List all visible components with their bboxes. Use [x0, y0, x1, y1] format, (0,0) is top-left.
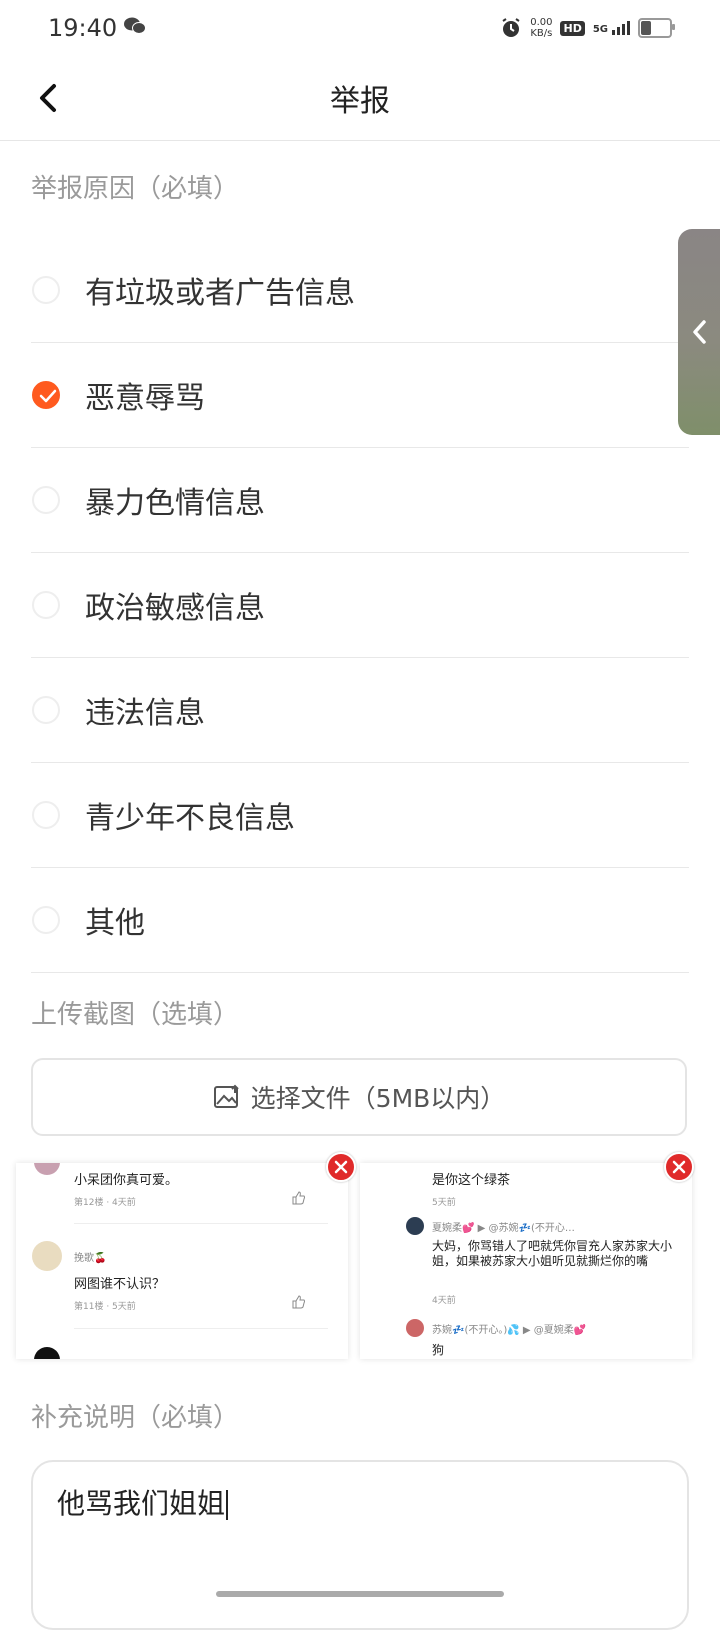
reason-option-political[interactable]: 政治敏感信息	[31, 553, 689, 658]
reason-option-violence[interactable]: 暴力色情信息	[31, 448, 689, 553]
choose-file-label: 选择文件（5MB以内）	[250, 1084, 506, 1113]
reason-option-minors[interactable]: 青少年不良信息	[31, 763, 689, 868]
avatar	[32, 1241, 62, 1271]
supplement-section-label: 补充说明（必填）	[31, 1403, 240, 1433]
home-indicator[interactable]	[216, 1591, 504, 1597]
comment-meta: 第11楼 · 5天前	[74, 1302, 136, 1312]
comment-meta: 4天前	[432, 1296, 456, 1306]
reason-option-illegal[interactable]: 违法信息	[31, 658, 689, 763]
signal-icon: 5G	[593, 21, 630, 35]
net-speed-unit: KB/s	[530, 28, 553, 39]
reason-label: 有垃圾或者广告信息	[85, 276, 355, 311]
check-icon	[39, 389, 57, 403]
comment-text: 小呆团你真可爱。	[74, 1173, 179, 1188]
network-type: 5G	[592, 24, 608, 35]
comment-text: 大妈，你骂错人了吧就凭你冒充人家苏家大小姐，如果被苏家大小姐听见就撕烂你的嘴	[432, 1239, 673, 1268]
reason-section-label: 举报原因（必填）	[31, 174, 240, 204]
comment-text: 狗	[432, 1343, 445, 1357]
comment-text: 是你这个绿茶	[432, 1173, 511, 1188]
reason-label: 恶意辱骂	[85, 381, 205, 416]
reason-label: 政治敏感信息	[85, 591, 265, 626]
text-caret	[226, 1490, 229, 1520]
screenshot-thumbnail[interactable]: 小呆团你真可爱。 第12楼 · 4天前 挽歌🍒 网图谁不认识？ 第11楼 · 5…	[16, 1163, 348, 1359]
reason-option-abuse[interactable]: 恶意辱骂	[31, 343, 689, 448]
reply-header: 苏婉💤(不开心。)💦 ▶ @夏婉柔💕	[432, 1325, 587, 1336]
close-icon	[334, 1160, 348, 1174]
hd-badge: HD	[560, 20, 585, 36]
net-speed-value: 0.00	[530, 17, 553, 28]
radio-button[interactable]	[32, 591, 60, 619]
avatar	[34, 1347, 60, 1359]
delete-thumbnail-button[interactable]	[664, 1152, 694, 1182]
reply-header: 夏婉柔💕 ▶ @苏婉💤(不开心…	[432, 1223, 575, 1234]
radio-button-checked[interactable]	[32, 381, 60, 409]
floating-side-tab[interactable]	[678, 229, 720, 435]
radio-button[interactable]	[32, 801, 60, 829]
status-time: 19:40	[48, 14, 118, 42]
comment-meta: 5天前	[432, 1198, 456, 1208]
reason-list: 有垃圾或者广告信息 恶意辱骂 暴力色情信息 政治敏感信息 违法信息 青少年不良信…	[31, 238, 689, 973]
header: 举报	[0, 56, 720, 141]
reason-label: 其他	[85, 906, 145, 941]
status-icons: 0.00 KB/s HD 5G	[500, 14, 675, 42]
close-icon	[672, 1160, 686, 1174]
comment-meta: 第12楼 · 4天前	[74, 1198, 136, 1208]
radio-button[interactable]	[32, 906, 60, 934]
delete-thumbnail-button[interactable]	[326, 1152, 356, 1182]
supplement-text: 他骂我们姐姐	[57, 1487, 226, 1520]
upload-section-label: 上传截图（选填）	[31, 1000, 240, 1030]
wechat-icon	[124, 17, 146, 34]
reason-label: 违法信息	[85, 696, 205, 731]
reason-option-spam[interactable]: 有垃圾或者广告信息	[31, 238, 689, 343]
battery-icon	[638, 18, 675, 38]
thumbs-up-icon	[292, 1191, 305, 1205]
alarm-icon	[502, 18, 520, 37]
reason-label: 暴力色情信息	[85, 486, 265, 521]
net-speed: 0.00 KB/s	[530, 17, 552, 39]
avatar	[34, 1163, 60, 1175]
comment-author: 挽歌🍒	[74, 1253, 107, 1264]
page-title: 举报	[330, 84, 390, 119]
screenshot-thumbnail[interactable]: 是你这个绿茶 5天前 夏婉柔💕 ▶ @苏婉💤(不开心… 大妈，你骂错人了吧就凭你…	[360, 1163, 692, 1359]
comment-text: 网图谁不认识？	[74, 1277, 166, 1292]
divider	[74, 1328, 328, 1329]
avatar	[406, 1217, 424, 1235]
radio-button[interactable]	[32, 486, 60, 514]
supplement-value: 他骂我们姐姐	[57, 1482, 229, 1522]
radio-button[interactable]	[32, 276, 60, 304]
reason-option-other[interactable]: 其他	[31, 868, 689, 973]
reason-label: 青少年不良信息	[85, 801, 295, 836]
divider	[74, 1223, 328, 1224]
thumbs-up-icon	[292, 1295, 305, 1309]
status-bar: 19:40 0.00 KB/s HD 5G	[0, 0, 720, 56]
supplement-textarea[interactable]: 他骂我们姐姐	[31, 1460, 689, 1630]
radio-button[interactable]	[32, 696, 60, 724]
chevron-left-icon	[693, 320, 706, 344]
choose-file-button[interactable]: 选择文件（5MB以内）	[31, 1058, 687, 1136]
image-upload-icon	[213, 1084, 239, 1108]
avatar	[406, 1319, 424, 1337]
